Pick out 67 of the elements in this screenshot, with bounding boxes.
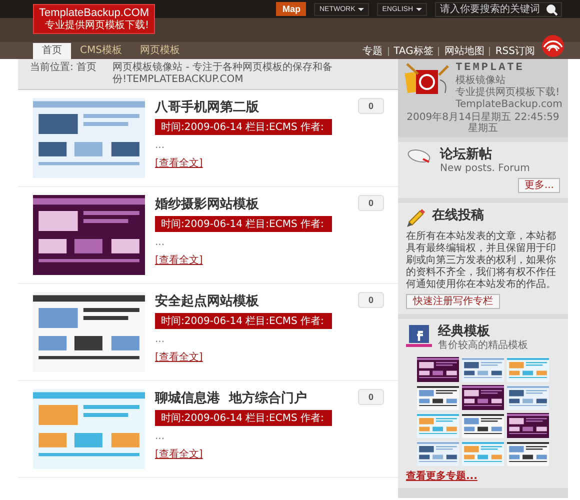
post-title[interactable]: 婚纱摄影网站模板 (155, 195, 259, 213)
post-excerpt: ... (155, 334, 165, 345)
more-button[interactable]: 更多... (518, 178, 560, 193)
read-more-link[interactable]: [查看全文] (155, 447, 203, 461)
date-text: 2009年8月14日星期五 22:45:59 星期五 (406, 112, 560, 134)
post-meta: 时间:2009-06-14 栏目:ECMS 作者: (155, 313, 332, 329)
banner-heading: TEMPLATE (456, 62, 526, 74)
pencil-icon (406, 208, 426, 228)
panel-title: 论坛新帖 (440, 147, 493, 162)
submit-notice: 在所有在本站发表的文章，本站都具有最终编辑权，并且保留用于印刷或向第三方发表的权利，如果你的资料不齐全，我们将有权不作任何通知使用你在本站发布的作品。 (406, 231, 557, 291)
caret-icon (416, 8, 422, 10)
nav-tab[interactable]: CMS模板 (71, 43, 131, 59)
nav-tab[interactable]: 网页模板 (130, 43, 189, 59)
breadcrumb: 当前位置: 首页 (30, 62, 97, 75)
post-title[interactable]: 八哥手机网第二版 (155, 98, 259, 116)
post-excerpt: ... (155, 237, 165, 248)
search-field[interactable]: 请入你要搜索的关键词 (435, 2, 562, 16)
nav-link[interactable]: TAG标签 (394, 44, 434, 58)
panel-subtitle: 售价较高的精品模板 (438, 340, 528, 352)
banner-text: 模板镜像站 (456, 75, 507, 86)
thumbnail-image (462, 413, 504, 438)
post-meta: 时间:2009-06-14 栏目:ECMS 作者: (155, 410, 332, 426)
logo-tagline: 专业提供网页模板下载! (45, 20, 150, 32)
nav-link[interactable]: 专题 (362, 44, 383, 58)
thumbnail-image (507, 357, 549, 382)
more-link[interactable]: 查看更多专题... (406, 471, 560, 483)
site-logo[interactable]: TemplateBackup.COM 专业提供网页模板下载! (33, 4, 156, 34)
thumbnail-image (417, 385, 459, 410)
thumbnail-image (507, 385, 549, 410)
logo-title: TemplateBackup.COM (39, 7, 150, 20)
post-excerpt: ... (155, 431, 165, 442)
paint-logo-drawing (404, 62, 450, 96)
comment-count: 0 (358, 292, 384, 308)
site-tagline: 网页模板镜像站 - 专注于各种网页模板的保存和备份!TEMPLATEBACKUP.COM (112, 62, 334, 86)
caret-icon (358, 8, 364, 10)
banner-text: 专业提供网页模板下载! (456, 87, 561, 98)
panel-title: 经典模板 (438, 324, 491, 339)
post-meta: 时间:2009-06-14 栏目:ECMS 作者: (155, 216, 332, 232)
thumbnail-image (462, 357, 504, 382)
comment-count: 0 (358, 195, 384, 211)
comment-count: 0 (358, 98, 384, 114)
thumbnail-image (462, 441, 504, 466)
post-title[interactable]: 聊城信息港 地方综合门户 (155, 389, 308, 407)
thumbnail-image (417, 441, 459, 466)
search-icon (545, 2, 558, 16)
nav-link[interactable]: RSS订阅 (495, 44, 535, 58)
nav-tab[interactable]: 首页 (33, 43, 71, 59)
nav-link[interactable]: 网站地图 (444, 44, 484, 58)
panel-title: 在线投稿 (432, 208, 484, 223)
thumbnail-image (507, 441, 549, 466)
read-more-link[interactable]: [查看全文] (155, 253, 203, 267)
read-more-link[interactable]: [查看全文] (155, 350, 203, 364)
post-title[interactable]: 安全起点网站模板 (155, 292, 259, 310)
map-button[interactable]: Map (276, 2, 306, 16)
post-meta: 时间:2009-06-14 栏目:ECMS 作者: (155, 119, 332, 135)
thumbnail-image (417, 357, 459, 382)
rss-icon (540, 35, 566, 57)
thumbnail-image (507, 413, 549, 438)
comment-count: 0 (358, 389, 384, 405)
post-excerpt: ... (155, 140, 165, 151)
thumbnail-image (462, 385, 504, 410)
read-more-link[interactable]: [查看全文] (155, 156, 203, 170)
panel-subtitle: New posts. Forum (440, 163, 530, 175)
social-tile-icon (406, 324, 432, 347)
register-button[interactable]: 快速注册写作专栏 (406, 294, 500, 309)
thumbnail-image (417, 413, 459, 438)
banner-text: TemplateBackup.com (456, 99, 562, 110)
